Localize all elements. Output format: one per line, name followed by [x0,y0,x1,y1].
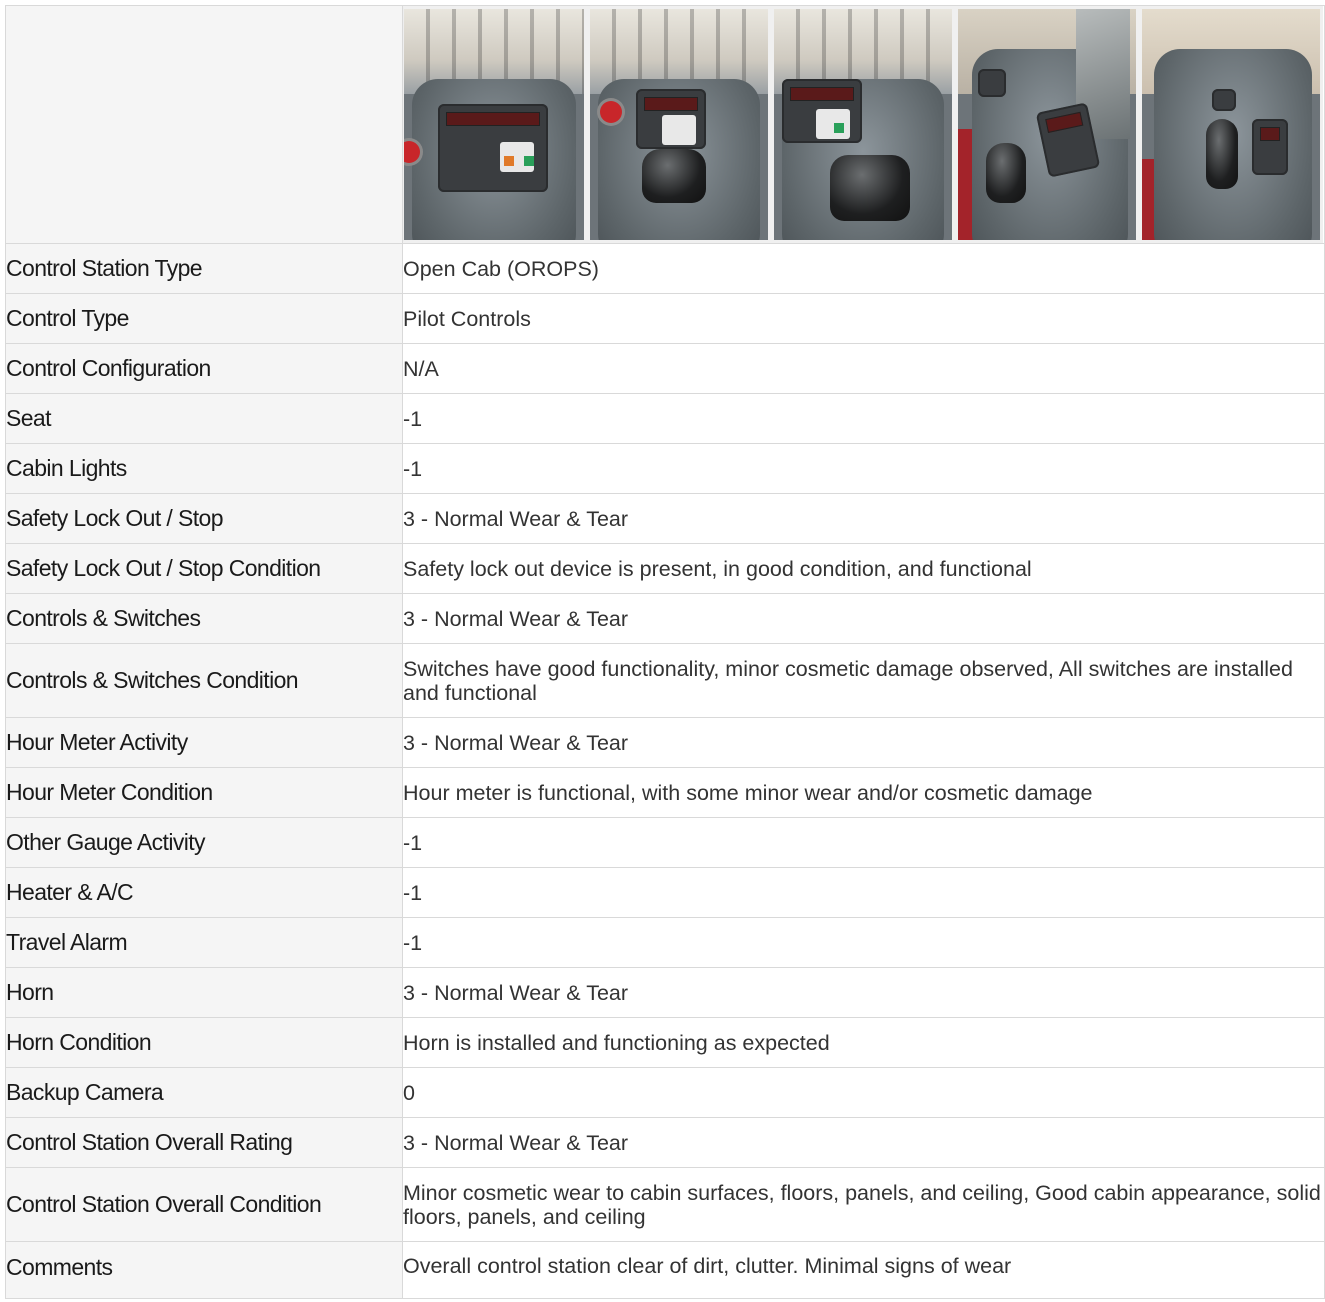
row-value: Overall control station clear of dirt, c… [402,1241,1325,1299]
row-label: Control Station Overall Condition [5,1167,403,1242]
table-row: Control Configuration N/A [5,343,1325,394]
table-row: Comments Overall control station clear of… [5,1241,1325,1299]
photo-strip [403,6,1324,243]
table-row: Control Type Pilot Controls [5,293,1325,344]
table-row: Cabin Lights -1 [5,443,1325,494]
row-label: Controls & Switches [5,593,403,644]
table-row: Controls & Switches Condition Switches ha… [5,643,1325,718]
row-label: Comments [5,1241,403,1299]
photo-row [5,5,1325,244]
table-row: Travel Alarm -1 [5,917,1325,968]
row-label: Control Station Overall Rating [5,1117,403,1168]
row-value: -1 [402,443,1325,494]
row-value: Safety lock out device is present, in go… [402,543,1325,594]
row-value: Horn is installed and functioning as exp… [402,1017,1325,1068]
row-value: 0 [402,1067,1325,1118]
row-label: Cabin Lights [5,443,403,494]
row-value: Pilot Controls [402,293,1325,344]
row-label: Backup Camera [5,1067,403,1118]
row-label: Hour Meter Activity [5,717,403,768]
table-row: Hour Meter Condition Hour meter is functi… [5,767,1325,818]
table-row: Other Gauge Activity -1 [5,817,1325,868]
row-value: Switches have good functionality, minor … [402,643,1325,718]
row-label: Control Type [5,293,403,344]
table-row: Horn Condition Horn is installed and func… [5,1017,1325,1068]
row-label: Horn [5,967,403,1018]
row-label: Travel Alarm [5,917,403,968]
row-value: -1 [402,917,1325,968]
row-value: -1 [402,817,1325,868]
row-value: N/A [402,343,1325,394]
row-value: 3 - Normal Wear & Tear [402,1117,1325,1168]
row-label: Hour Meter Condition [5,767,403,818]
photo-strip-cell [402,5,1325,244]
row-label: Control Station Type [5,243,403,294]
row-label: Control Configuration [5,343,403,394]
row-label: Other Gauge Activity [5,817,403,868]
photo-row-label [5,5,403,244]
table-row: Hour Meter Activity 3 - Normal Wear & Tea… [5,717,1325,768]
table-row: Safety Lock Out / Stop 3 - Normal Wear & … [5,493,1325,544]
table-row: Controls & Switches 3 - Normal Wear & Tea… [5,593,1325,644]
row-label: Safety Lock Out / Stop Condition [5,543,403,594]
table-row: Heater & A/C -1 [5,867,1325,918]
row-value: Open Cab (OROPS) [402,243,1325,294]
inspection-sheet: Control Station Type Open Cab (OROPS) Cont… [5,5,1325,1299]
condition-rows: Control Station Type Open Cab (OROPS) Cont… [5,243,1325,1299]
row-label: Heater & A/C [5,867,403,918]
row-label: Horn Condition [5,1017,403,1068]
forklift-control-panel-photo[interactable] [403,6,587,243]
row-value: Hour meter is functional, with some mino… [402,767,1325,818]
table-row: Backup Camera 0 [5,1067,1325,1118]
table-row: Control Station Overall Rating 3 - Normal… [5,1117,1325,1168]
forklift-joystick-photo[interactable] [587,6,771,243]
row-label: Controls & Switches Condition [5,643,403,718]
row-value: 3 - Normal Wear & Tear [402,967,1325,1018]
forklift-cab-overview-photo[interactable] [1139,6,1323,243]
row-value: Minor cosmetic wear to cabin surfaces, f… [402,1167,1325,1242]
forklift-joystick-closeup-photo[interactable] [771,6,955,243]
forklift-console-side-photo[interactable] [955,6,1139,243]
row-value: 3 - Normal Wear & Tear [402,493,1325,544]
row-label: Safety Lock Out / Stop [5,493,403,544]
row-value: 3 - Normal Wear & Tear [402,593,1325,644]
table-row: Horn 3 - Normal Wear & Tear [5,967,1325,1018]
row-label: Seat [5,393,403,444]
row-value: 3 - Normal Wear & Tear [402,717,1325,768]
row-value: -1 [402,393,1325,444]
table-row: Control Station Type Open Cab (OROPS) [5,243,1325,294]
table-row: Safety Lock Out / Stop Condition Safety l… [5,543,1325,594]
control-station-table [5,5,1325,244]
row-value: -1 [402,867,1325,918]
table-row: Seat -1 [5,393,1325,444]
table-row: Control Station Overall Condition Minor c… [5,1167,1325,1242]
